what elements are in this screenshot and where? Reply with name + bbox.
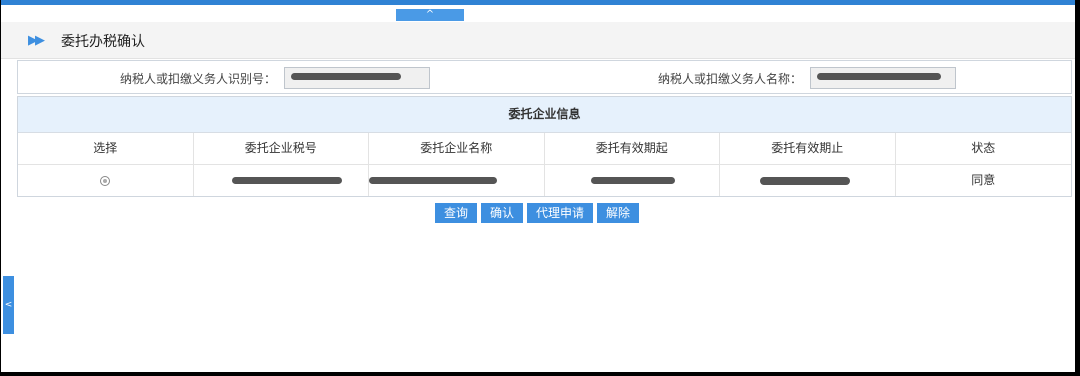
redacted-value bbox=[817, 73, 941, 80]
taxpayer-name-field[interactable] bbox=[810, 67, 956, 89]
select-cell bbox=[18, 165, 194, 196]
expand-sidebar-button[interactable]: < bbox=[3, 276, 14, 334]
start-date-cell bbox=[545, 165, 720, 196]
delegation-grid: 委托企业信息 选择 委托企业税号 委托企业名称 委托有效期起 委托有效期止 状态 bbox=[17, 96, 1072, 197]
redacted-value bbox=[231, 177, 342, 184]
column-header-status: 状态 bbox=[971, 141, 996, 155]
release-button[interactable]: 解除 bbox=[597, 203, 640, 223]
column-header-tax-no: 委托企业税号 bbox=[194, 133, 369, 164]
page-header: ▶▶ 委托办税确认 bbox=[1, 22, 1075, 59]
grid-title: 委托企业信息 bbox=[18, 97, 1071, 133]
agent-apply-button[interactable]: 代理申请 bbox=[527, 203, 594, 223]
grid-header-row: 选择 委托企业税号 委托企业名称 委托有效期起 委托有效期止 状态 bbox=[18, 133, 1071, 165]
search-panel: 纳税人或扣缴义务人识别号： 纳税人或扣缴义务人名称： bbox=[17, 60, 1072, 94]
end-date-cell bbox=[720, 165, 896, 196]
redacted-value bbox=[590, 177, 675, 184]
taxpayer-name-label: 纳税人或扣缴义务人名称： bbox=[658, 72, 803, 86]
status-cell: 同意 bbox=[971, 173, 996, 187]
app-frame: ^ ▶▶ 委托办税确认 纳税人或扣缴义务人识别号： 纳税人或扣缴义务人名称： 委… bbox=[1, 0, 1075, 372]
redacted-value bbox=[369, 177, 497, 184]
tax-no-cell bbox=[194, 165, 369, 196]
column-header-select: 选择 bbox=[18, 133, 194, 164]
redacted-value bbox=[291, 73, 401, 80]
top-bar bbox=[1, 0, 1075, 5]
column-header-end-date: 委托有效期止 bbox=[720, 133, 896, 164]
row-radio-button[interactable] bbox=[100, 176, 111, 186]
redacted-value bbox=[760, 177, 850, 185]
action-buttons: 查询 确认 代理申请 解除 bbox=[435, 203, 640, 223]
taxpayer-id-field[interactable] bbox=[284, 67, 430, 89]
confirm-button[interactable]: 确认 bbox=[481, 203, 524, 223]
collapse-up-button[interactable]: ^ bbox=[396, 9, 464, 21]
column-header-start-date: 委托有效期起 bbox=[545, 133, 720, 164]
double-arrow-icon: ▶▶ bbox=[28, 33, 45, 48]
taxpayer-id-label: 纳税人或扣缴义务人识别号： bbox=[120, 72, 277, 86]
query-button[interactable]: 查询 bbox=[435, 203, 478, 223]
company-name-cell bbox=[369, 165, 545, 196]
column-header-company-name: 委托企业名称 bbox=[369, 133, 545, 164]
table-row: 同意 bbox=[18, 165, 1071, 196]
page-title: 委托办税确认 bbox=[61, 34, 145, 50]
